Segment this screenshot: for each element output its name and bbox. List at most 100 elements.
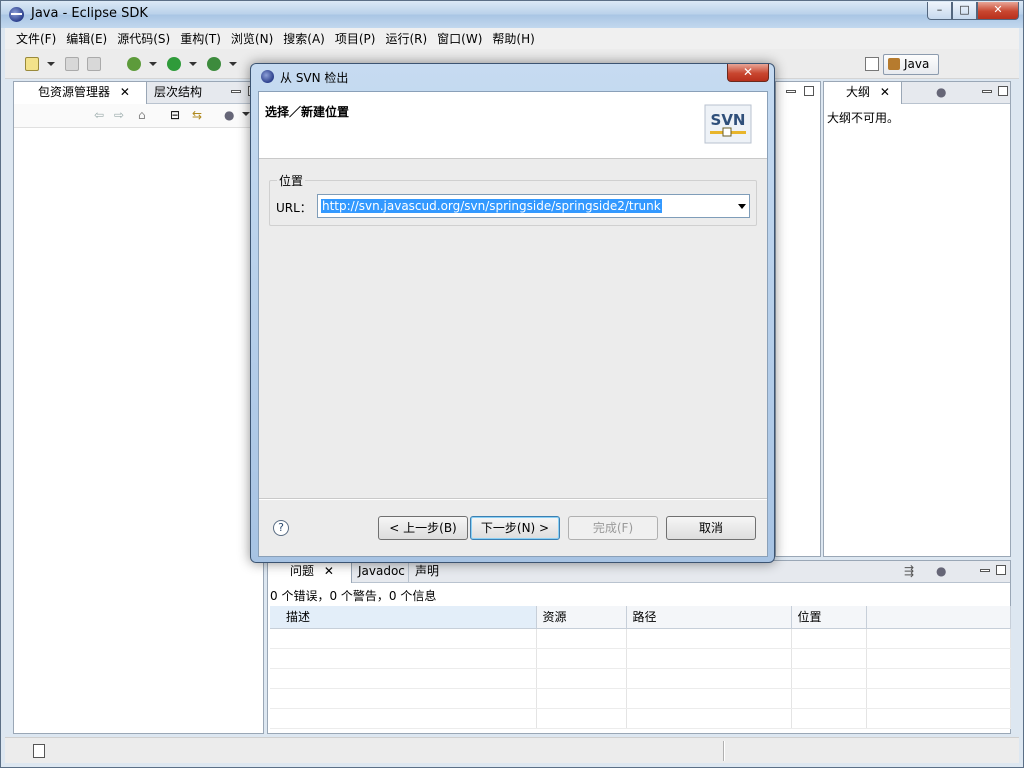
forward-icon[interactable]: ⇨	[114, 108, 124, 122]
close-icon[interactable]: ✕	[120, 85, 130, 99]
minimize-view-icon[interactable]	[980, 569, 990, 572]
cancel-button[interactable]: 取消	[666, 516, 756, 540]
next-button[interactable]: 下一步(N) >	[470, 516, 560, 540]
java-perspective-button[interactable]: Java	[883, 54, 939, 75]
debug-dropdown-arrow[interactable]	[149, 62, 157, 66]
wizard-banner: 选择／新建位置 SVN	[259, 92, 767, 159]
eclipse-icon	[261, 70, 274, 83]
tab-outline[interactable]: 大纲 ✕	[824, 82, 902, 104]
collapse-all-icon[interactable]: ⊟	[170, 108, 180, 122]
menu-bar: 文件(F) 编辑(E) 源代码(S) 重构(T) 浏览(N) 搜索(A) 项目(…	[5, 28, 1019, 49]
wizard-page-title: 选择／新建位置	[265, 105, 350, 119]
svn-logo-text: SVN	[711, 111, 746, 129]
menu-help[interactable]: 帮助(H)	[487, 30, 539, 47]
menu-run[interactable]: 运行(R)	[380, 30, 432, 47]
tab-package-explorer[interactable]: 包资源管理器 ✕	[14, 82, 147, 104]
maximize-button[interactable]: □	[952, 2, 977, 20]
table-row	[270, 708, 1011, 729]
url-label: URL：	[276, 201, 312, 215]
status-separator	[723, 741, 725, 761]
dialog-close-button[interactable]: ✕	[727, 64, 769, 82]
hierarchy-tab-label: 层次结构	[154, 85, 203, 99]
view-menu-icon[interactable]: ●	[936, 85, 946, 99]
url-value[interactable]: http://svn.javascud.org/svn/springside/s…	[321, 199, 662, 213]
editor-minimize-icon[interactable]	[786, 90, 796, 93]
problems-summary: 0 个错误，0 个警告，0 个信息	[270, 589, 437, 603]
new-icon[interactable]	[25, 57, 39, 71]
java-perspective-label: Java	[904, 57, 930, 71]
external-tools-dropdown-arrow[interactable]	[229, 62, 237, 66]
finish-button[interactable]: 完成(F)	[568, 516, 658, 540]
column-resource[interactable]: 资源	[536, 606, 627, 629]
minimize-view-icon[interactable]	[231, 90, 241, 93]
view-menu-icon[interactable]: ●	[936, 564, 946, 578]
table-row	[270, 628, 1011, 649]
url-combobox[interactable]: http://svn.javascud.org/svn/springside/s…	[317, 194, 750, 218]
back-button[interactable]: < 上一步(B)	[378, 516, 468, 540]
tab-javadoc[interactable]: Javadoc	[352, 561, 411, 583]
javadoc-tab-label: Javadoc	[358, 564, 405, 578]
tab-declaration[interactable]: 声明	[408, 561, 445, 583]
link-with-editor-icon[interactable]: ⇆	[192, 108, 202, 122]
svn-checkout-dialog: 从 SVN 检出 ✕ 选择／新建位置 SVN 位置 URL： http://sv…	[250, 63, 775, 563]
run-icon[interactable]	[167, 57, 181, 71]
menu-source[interactable]: 源代码(S)	[112, 30, 175, 47]
dialog-body: 选择／新建位置 SVN 位置 URL： http://svn.javascud.…	[258, 91, 768, 557]
run-dropdown-arrow[interactable]	[189, 62, 197, 66]
svn-logo-icon: SVN	[704, 104, 752, 144]
outline-tab-label: 大纲	[846, 85, 871, 99]
close-button[interactable]: ✕	[977, 2, 1019, 20]
up-icon[interactable]: ⌂	[138, 108, 146, 122]
button-bar-divider	[259, 498, 767, 500]
editor-maximize-icon[interactable]	[804, 86, 814, 96]
status-bar	[5, 737, 1019, 763]
fast-view-icon[interactable]	[33, 744, 45, 758]
menu-window[interactable]: 窗口(W)	[432, 30, 487, 47]
external-tools-icon[interactable]	[207, 57, 221, 71]
dialog-title: 从 SVN 检出	[280, 71, 349, 85]
problems-view: 问题 ✕ Javadoc 声明 ⇶ ● 0 个错误，0 个警告，0 个信息 描述…	[267, 560, 1011, 734]
menu-edit[interactable]: 编辑(E)	[61, 30, 112, 47]
close-icon[interactable]: ✕	[880, 85, 890, 99]
view-menu-icon[interactable]: ●	[224, 108, 234, 122]
column-path[interactable]: 路径	[626, 606, 792, 629]
debug-icon[interactable]	[127, 57, 141, 71]
new-dropdown-arrow[interactable]	[47, 62, 55, 66]
eclipse-icon	[9, 7, 24, 22]
editor-area	[775, 81, 821, 557]
minimize-button[interactable]: –	[927, 2, 952, 20]
menu-search[interactable]: 搜索(A)	[278, 30, 330, 47]
menu-file[interactable]: 文件(F)	[11, 30, 61, 47]
print-icon[interactable]	[87, 57, 101, 71]
problems-tabs: 问题 ✕ Javadoc 声明 ⇶ ●	[268, 561, 1010, 583]
menu-refactor[interactable]: 重构(T)	[175, 30, 226, 47]
help-icon[interactable]: ?	[273, 520, 289, 536]
outline-view: 大纲 ✕ ● 大纲不可用。	[823, 81, 1011, 557]
maximize-view-icon[interactable]	[998, 86, 1008, 96]
java-perspective-icon	[888, 58, 900, 70]
table-row	[270, 688, 1011, 709]
filter-icon[interactable]: ⇶	[904, 564, 914, 578]
maximize-view-icon[interactable]	[996, 565, 1006, 575]
tab-problems[interactable]: 问题 ✕	[268, 561, 352, 583]
package-explorer-view: 包资源管理器 ✕ 层次结构 ⇦ ⇨ ⌂ ⊟ ⇆ ●	[13, 81, 264, 734]
problems-table: 描述 资源 路径 位置	[270, 606, 1011, 729]
menu-project[interactable]: 项目(P)	[330, 30, 381, 47]
open-perspective-icon[interactable]	[865, 57, 879, 71]
package-explorer-tab-label: 包资源管理器	[38, 85, 111, 99]
column-location[interactable]: 位置	[791, 606, 867, 629]
declaration-tab-label: 声明	[415, 564, 440, 578]
tab-hierarchy[interactable]: 层次结构	[148, 82, 208, 104]
view-menu-arrow-icon[interactable]	[242, 112, 250, 116]
save-icon[interactable]	[65, 57, 79, 71]
minimize-view-icon[interactable]	[982, 90, 992, 93]
location-group-label: 位置	[277, 172, 306, 189]
back-icon[interactable]: ⇦	[94, 108, 104, 122]
column-description[interactable]: 描述	[270, 606, 537, 629]
package-explorer-toolbar: ⇦ ⇨ ⌂ ⊟ ⇆ ●	[14, 104, 263, 128]
title-bar[interactable]: Java - Eclipse SDK – □ ✕	[1, 1, 1023, 28]
menu-navigate[interactable]: 浏览(N)	[226, 30, 278, 47]
close-icon[interactable]: ✕	[324, 564, 334, 578]
outline-tabs: 大纲 ✕ ●	[824, 82, 1010, 104]
chevron-down-icon[interactable]	[738, 204, 746, 209]
